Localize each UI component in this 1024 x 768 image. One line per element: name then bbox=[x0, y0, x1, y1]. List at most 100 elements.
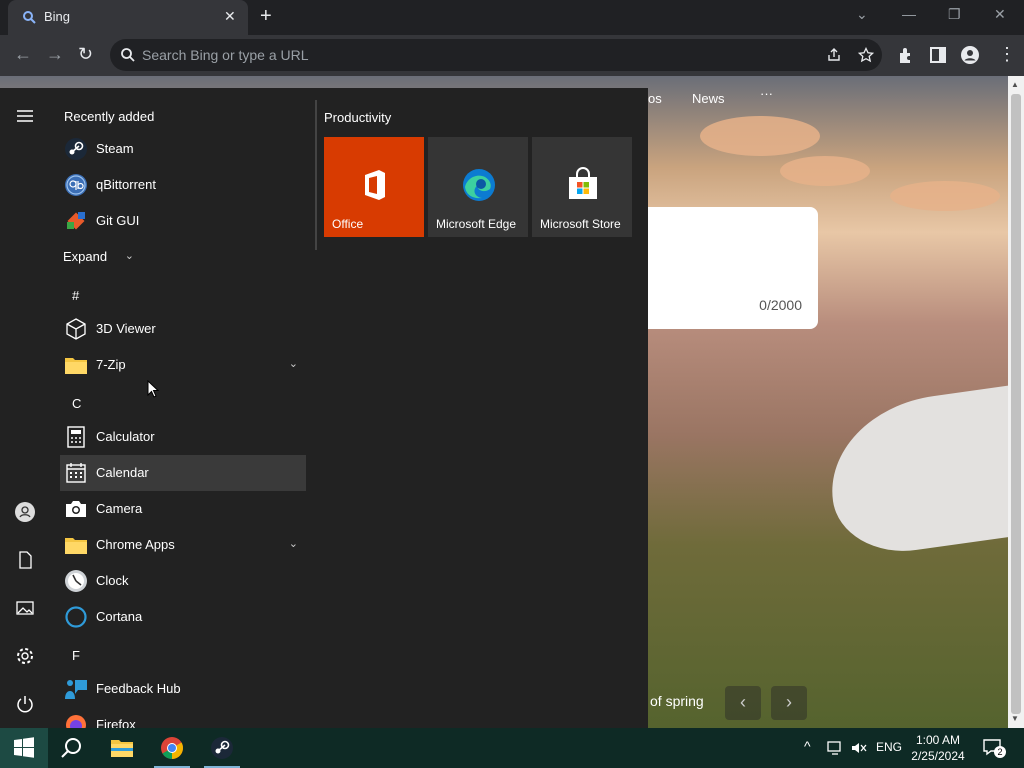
expand-button[interactable]: Expand ⌄ bbox=[60, 239, 150, 275]
close-window-button[interactable]: ✕ bbox=[994, 6, 1006, 23]
group-letter-hash[interactable]: # bbox=[72, 288, 79, 303]
tile-microsoft-store[interactable]: Microsoft Store bbox=[532, 137, 632, 237]
background-lake bbox=[820, 385, 1008, 561]
pictures-icon[interactable] bbox=[14, 597, 36, 619]
star-icon[interactable] bbox=[858, 47, 874, 63]
app-list[interactable]: Recently added Steam qBittorrent Git GUI… bbox=[48, 88, 318, 728]
tile-office[interactable]: Office bbox=[324, 137, 424, 237]
nav-news[interactable]: News bbox=[692, 91, 725, 106]
back-button[interactable]: ← bbox=[14, 44, 32, 65]
list-divider bbox=[315, 100, 317, 250]
app-label: Firefox bbox=[96, 717, 136, 728]
volume-muted-icon[interactable] bbox=[850, 740, 868, 756]
tab-bing[interactable]: Bing ✕ bbox=[8, 0, 248, 35]
chevron-down-icon: ⌄ bbox=[124, 250, 134, 262]
productivity-title: Productivity bbox=[324, 110, 392, 125]
app-camera[interactable]: Camera bbox=[60, 491, 306, 527]
app-firefox[interactable]: Firefox bbox=[60, 707, 306, 728]
firefox-icon bbox=[66, 715, 86, 728]
tab-search-icon[interactable]: ⌄ bbox=[856, 6, 868, 23]
nav-more[interactable]: ··· bbox=[760, 86, 773, 101]
scrollbar-thumb[interactable] bbox=[1011, 94, 1021, 714]
settings-gear-icon[interactable] bbox=[14, 645, 36, 667]
documents-icon[interactable] bbox=[14, 549, 36, 571]
app-qbittorrent[interactable]: qBittorrent bbox=[60, 167, 306, 203]
taskbar-clock[interactable]: 1:00 AM 2/25/2024 bbox=[908, 732, 968, 764]
input-language[interactable]: ENG bbox=[876, 740, 902, 754]
clock-time: 1:00 AM bbox=[915, 733, 961, 747]
side-panel-icon[interactable] bbox=[928, 45, 948, 65]
address-placeholder: Search Bing or type a URL bbox=[142, 47, 309, 63]
store-bag-icon bbox=[569, 167, 597, 199]
office-icon bbox=[365, 170, 385, 200]
app-cortana[interactable]: Cortana bbox=[60, 599, 306, 635]
app-label: Calendar bbox=[96, 465, 149, 480]
show-hidden-icons-chevron[interactable]: ^ bbox=[804, 738, 811, 754]
app-label: 7-Zip bbox=[96, 357, 126, 372]
browser-tabbar: Bing ✕ + ⌄ — ❐ ✕ bbox=[0, 0, 1024, 35]
next-image-button[interactable]: › bbox=[771, 686, 807, 720]
desktop: { "browser": { "tab_title": "Bing", "add… bbox=[0, 0, 1024, 768]
group-letter-f[interactable]: F bbox=[72, 648, 80, 663]
app-7-zip-folder[interactable]: 7-Zip ⌄ bbox=[60, 347, 306, 383]
tile-microsoft-edge[interactable]: Microsoft Edge bbox=[428, 137, 528, 237]
background-cloud bbox=[780, 156, 870, 186]
tab-title: Bing bbox=[44, 9, 71, 24]
folder-icon bbox=[65, 538, 87, 554]
action-center-button[interactable]: 2 bbox=[982, 738, 1006, 758]
profile-icon[interactable] bbox=[960, 45, 980, 65]
extensions-icon[interactable] bbox=[896, 45, 916, 65]
nav-partial[interactable]: os bbox=[648, 91, 662, 106]
mouse-cursor-icon bbox=[147, 380, 159, 398]
share-icon[interactable] bbox=[826, 47, 842, 63]
image-caption[interactable]: of spring bbox=[650, 693, 704, 709]
close-tab-icon[interactable]: ✕ bbox=[224, 8, 236, 25]
network-icon[interactable] bbox=[826, 740, 844, 756]
taskbar-steam[interactable] bbox=[198, 728, 246, 768]
clock-icon bbox=[65, 570, 87, 592]
tile-label: Microsoft Edge bbox=[436, 217, 517, 231]
prev-image-button[interactable]: ‹ bbox=[725, 686, 761, 720]
search-icon bbox=[23, 11, 36, 24]
app-label: Git GUI bbox=[96, 213, 140, 228]
app-label: qBittorrent bbox=[96, 177, 156, 192]
app-chrome-apps-folder[interactable]: Chrome Apps ⌄ bbox=[60, 527, 306, 563]
forward-button[interactable]: → bbox=[46, 44, 64, 65]
feedback-icon bbox=[65, 680, 87, 699]
app-steam[interactable]: Steam bbox=[60, 131, 306, 167]
power-icon[interactable] bbox=[14, 693, 36, 715]
app-calendar[interactable]: Calendar bbox=[60, 455, 306, 491]
user-account-icon[interactable] bbox=[14, 501, 36, 523]
git-gui-icon bbox=[67, 212, 85, 230]
taskbar-chrome[interactable] bbox=[148, 728, 196, 768]
char-counter: 0/2000 bbox=[759, 297, 802, 313]
search-icon bbox=[121, 48, 135, 62]
minimize-button[interactable]: — bbox=[902, 6, 916, 22]
start-rail bbox=[0, 88, 48, 728]
app-feedback-hub[interactable]: Feedback Hub bbox=[60, 671, 306, 707]
menu-kebab-icon[interactable]: ⋮ bbox=[998, 44, 1016, 65]
address-bar[interactable]: Search Bing or type a URL bbox=[110, 39, 882, 71]
app-git-gui[interactable]: Git GUI bbox=[60, 203, 306, 239]
app-label: Camera bbox=[96, 501, 143, 516]
app-label: Feedback Hub bbox=[96, 681, 181, 696]
search-button[interactable] bbox=[48, 728, 96, 768]
new-tab-button[interactable]: + bbox=[260, 5, 272, 28]
steam-icon bbox=[65, 138, 87, 160]
chevron-down-icon: ⌄ bbox=[288, 538, 298, 550]
app-clock[interactable]: Clock bbox=[60, 563, 306, 599]
scroll-down-arrow[interactable]: ▼ bbox=[1011, 714, 1019, 723]
scroll-up-arrow[interactable]: ▲ bbox=[1011, 80, 1019, 89]
reload-button[interactable]: ↻ bbox=[78, 44, 93, 65]
start-menu: Recently added Steam qBittorrent Git GUI… bbox=[0, 88, 648, 728]
restore-button[interactable]: ❐ bbox=[948, 6, 961, 23]
search-icon bbox=[61, 738, 81, 758]
hamburger-menu-icon[interactable] bbox=[14, 105, 36, 127]
chrome-icon bbox=[161, 737, 183, 759]
taskbar-file-explorer[interactable] bbox=[98, 728, 146, 768]
group-letter-c[interactable]: C bbox=[72, 396, 81, 411]
start-button[interactable] bbox=[0, 728, 48, 768]
app-3d-viewer[interactable]: 3D Viewer bbox=[60, 311, 306, 347]
app-calculator[interactable]: Calculator bbox=[60, 419, 306, 455]
windows-logo-icon bbox=[14, 737, 34, 758]
